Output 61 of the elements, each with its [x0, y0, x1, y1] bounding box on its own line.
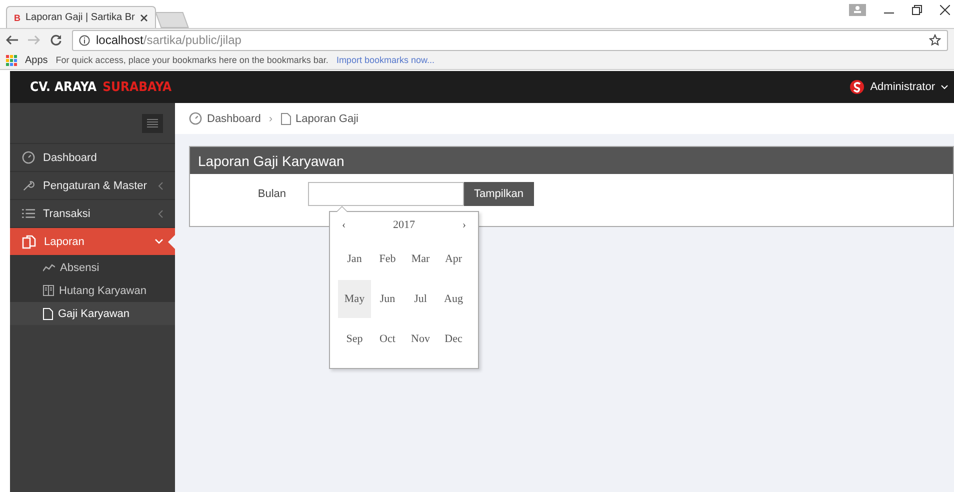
- breadcrumb-item[interactable]: Laporan Gaji: [296, 112, 358, 124]
- tab-title: Laporan Gaji | Sartika Br: [26, 12, 135, 23]
- field-label: Bulan: [256, 187, 287, 202]
- menu-toggle-button[interactable]: [142, 114, 163, 132]
- month-option[interactable]: Feb: [371, 240, 404, 278]
- address-bar[interactable]: localhost/sartika/public/jilap: [72, 30, 948, 50]
- file-icon: [43, 308, 53, 320]
- logo-icon: [850, 80, 864, 94]
- reload-icon[interactable]: [50, 34, 62, 46]
- month-option[interactable]: Nov: [404, 320, 437, 358]
- month-option[interactable]: Sep: [338, 320, 371, 358]
- import-bookmarks-link[interactable]: Import bookmarks now...: [336, 55, 434, 65]
- show-button[interactable]: Tampilkan: [464, 182, 534, 206]
- sidebar-item[interactable]: Laporan: [10, 228, 175, 256]
- apps-grid-icon[interactable]: [6, 54, 17, 66]
- submenu-item[interactable]: Gaji Karyawan: [10, 302, 175, 325]
- gauge-icon: [22, 151, 35, 164]
- month-option[interactable]: Jul: [404, 280, 437, 318]
- gauge-icon: [189, 112, 202, 125]
- chevron-left-icon: [158, 210, 163, 218]
- chevron-down-icon: [941, 84, 948, 90]
- url-text: localhost/sartika/public/jilap: [96, 33, 242, 47]
- month-option[interactable]: Aug: [437, 280, 470, 318]
- next-year-button[interactable]: ›: [458, 219, 470, 231]
- user-menu[interactable]: Administrator: [850, 80, 954, 94]
- breadcrumb-separator: ›: [268, 112, 272, 124]
- browser-tab[interactable]: B Laporan Gaji | Sartika Br: [6, 6, 156, 28]
- year-label[interactable]: 2017: [393, 219, 415, 231]
- info-icon[interactable]: [79, 34, 90, 46]
- brand-city: SURABAYA: [102, 80, 172, 94]
- month-option[interactable]: Jan: [338, 240, 371, 278]
- menu-icon: [147, 118, 158, 128]
- panel-title: Laporan Gaji Karyawan: [190, 147, 953, 174]
- close-icon[interactable]: [940, 5, 950, 15]
- submenu-item[interactable]: Hutang Karyawan: [10, 279, 175, 302]
- chevron-left-icon: [158, 182, 163, 190]
- breadcrumb-item[interactable]: Dashboard: [207, 112, 261, 124]
- month-option[interactable]: Apr: [437, 240, 470, 278]
- list-icon: [22, 208, 35, 219]
- file-icon: [280, 112, 290, 124]
- apps-link[interactable]: Apps: [25, 54, 48, 66]
- documents-icon: [22, 234, 36, 248]
- month-option[interactable]: Dec: [437, 320, 470, 358]
- chevron-down-icon: [155, 239, 163, 244]
- user-name: Administrator: [870, 81, 935, 93]
- book-icon: [43, 285, 54, 296]
- brand-name: CV. ARAYA: [30, 80, 97, 94]
- wrench-icon: [22, 179, 35, 192]
- month-option[interactable]: Mar: [404, 240, 437, 278]
- bookmarks-hint: For quick access, place your bookmarks here on the bookmarks bar.: [56, 55, 328, 65]
- back-icon[interactable]: [6, 35, 18, 45]
- favicon-icon: B: [14, 12, 20, 22]
- line-chart-icon: [43, 264, 55, 272]
- close-icon[interactable]: [140, 14, 148, 22]
- month-option[interactable]: Jun: [371, 280, 404, 318]
- prev-year-button[interactable]: ‹: [338, 219, 350, 231]
- star-icon[interactable]: [929, 34, 941, 46]
- month-option[interactable]: May: [338, 280, 371, 318]
- submenu-item[interactable]: Absensi: [10, 256, 175, 279]
- restore-icon[interactable]: [912, 5, 922, 15]
- month-option[interactable]: Oct: [371, 320, 404, 358]
